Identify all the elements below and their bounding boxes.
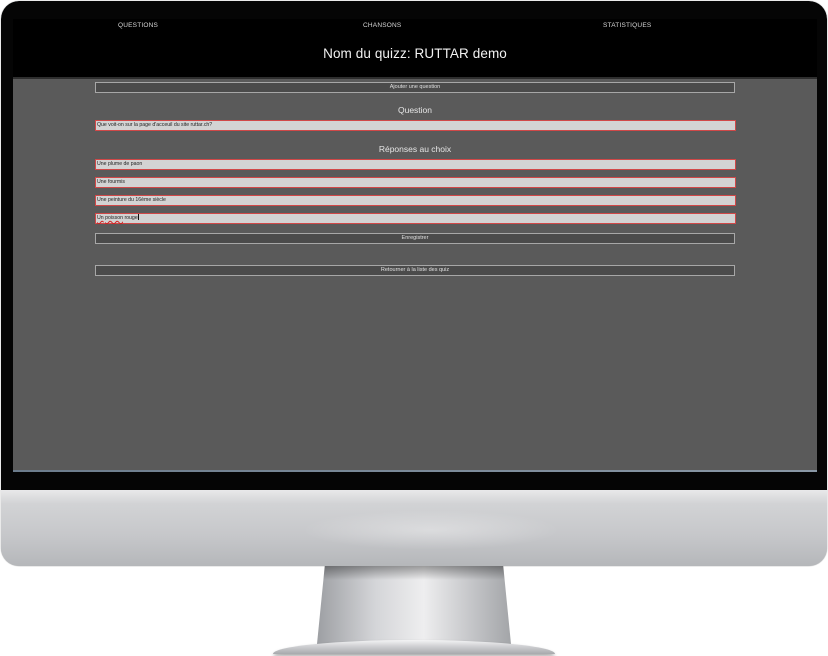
monitor-stand-base (273, 640, 555, 654)
monitor-stand-neck (317, 566, 511, 644)
nav-link-chansons[interactable]: CHANSONS (363, 22, 401, 29)
answer-input-2[interactable]: Une fourmis (95, 177, 736, 188)
back-to-quiz-list-button[interactable]: Retourner à la liste des quiz (95, 265, 735, 276)
screen-bottom-edge (13, 470, 817, 472)
app-header: QUESTIONS CHANSONS STATISTIQUES Nom du q… (13, 19, 817, 77)
monitor-chin (1, 490, 827, 566)
nav-link-statistiques[interactable]: STATISTIQUES (603, 22, 651, 29)
answer-4-word-2: poisson (105, 215, 123, 221)
answer-input-4[interactable]: Un poisson rouge (95, 213, 736, 224)
answers-heading: Réponses au choix (378, 144, 452, 154)
answer-input-1[interactable]: Une plume de paon (95, 159, 736, 170)
question-heading: Question (397, 105, 433, 115)
page-title: Nom du quizz: RUTTAR demo (323, 46, 507, 61)
answer-input-3[interactable]: Une peinture du 16ème siècle (95, 195, 736, 206)
top-nav: QUESTIONS CHANSONS STATISTIQUES (13, 19, 817, 35)
question-input[interactable]: Que voit-on sur la page d'acceuil du sit… (95, 120, 736, 131)
app-screen: QUESTIONS CHANSONS STATISTIQUES Nom du q… (13, 19, 817, 472)
header-divider (13, 77, 817, 79)
answer-4-word-1: Un (97, 215, 104, 221)
save-button[interactable]: Enregistrer (95, 233, 735, 244)
answer-4-word-3: rouge (124, 215, 138, 221)
add-question-button[interactable]: Ajouter une question (95, 82, 735, 93)
nav-link-questions[interactable]: QUESTIONS (118, 22, 158, 29)
text-caret (137, 214, 139, 220)
